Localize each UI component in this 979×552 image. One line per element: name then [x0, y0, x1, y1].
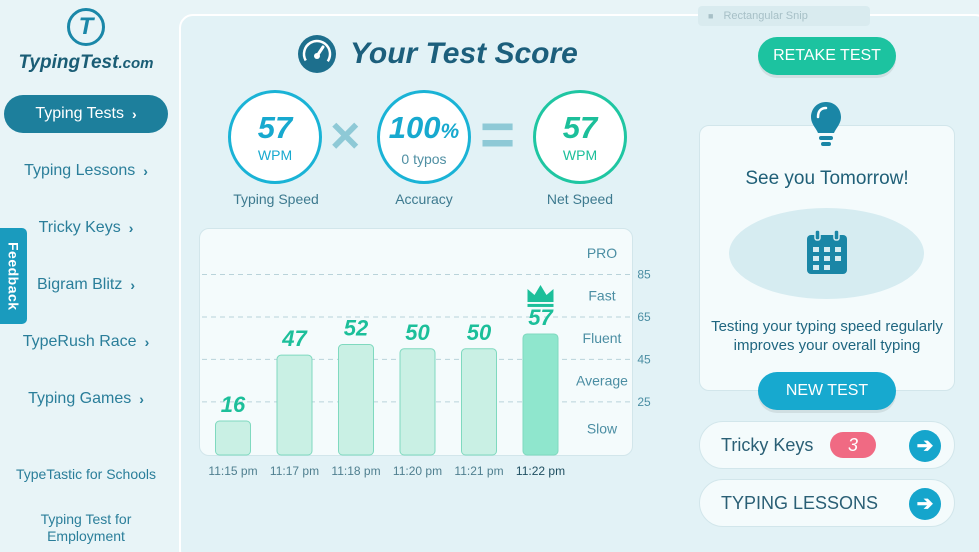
tip-text: Testing your typing speed regularly impr… [711, 318, 943, 354]
typing-lessons-link[interactable]: TYPING LESSONS ➔ [699, 479, 955, 527]
typing-speed-label: Typing Speed [233, 191, 319, 207]
speedometer-icon [298, 35, 336, 73]
tricky-keys-link[interactable]: Tricky Keys 3 ➔ [699, 421, 955, 469]
link-typing-test-for-employment[interactable]: Typing Test for Employment [0, 511, 172, 545]
arrow-right-icon[interactable]: ➔ [909, 488, 941, 520]
net-speed-value: 57 [562, 110, 598, 145]
typing-speed-value: 57 [257, 110, 293, 145]
multiply-icon: × [330, 107, 361, 165]
tricky-keys-count-badge: 3 [830, 432, 876, 458]
net-speed-label: Net Speed [546, 191, 614, 207]
title-text: Your Test Score [350, 37, 578, 70]
accuracy-label: Accuracy [395, 191, 453, 207]
typing-lessons-label: TYPING LESSONS [721, 492, 879, 513]
logo[interactable]: T TypingTest.com [0, 8, 172, 74]
accuracy-circle: 100% 0 typos [377, 90, 471, 184]
sidebar-item-typing-games[interactable]: Typing Games › [4, 380, 168, 418]
new-test-button[interactable]: NEW TEST [758, 372, 896, 410]
feedback-tab[interactable]: Feedback [0, 228, 27, 324]
rectangular-snip-overlay[interactable]: Rectangular Snip [698, 6, 870, 26]
accuracy-value: 100% [388, 110, 460, 145]
accuracy-typos: 0 typos [401, 151, 447, 167]
equals-icon: = [480, 101, 516, 168]
chevron-right-icon: › [139, 391, 144, 407]
chevron-right-icon: › [143, 163, 148, 179]
tricky-keys-label: Tricky Keys [721, 434, 814, 455]
tip-title: See you Tomorrow! [745, 168, 909, 189]
arrow-right-icon[interactable]: ➔ [909, 430, 941, 462]
link-typetastic-for-schools[interactable]: TypeTastic for Schools [0, 466, 172, 483]
calendar-icon [806, 229, 848, 275]
page-title: Your Test Score [298, 34, 578, 74]
sidebar-item-bigram-blitz[interactable]: Bigram Blitz › [4, 266, 168, 304]
retake-test-button[interactable]: RETAKE TEST [758, 37, 896, 75]
chevron-right-icon: › [131, 106, 137, 122]
history-chart [199, 228, 633, 456]
logo-text: TypingTest.com [18, 52, 154, 73]
sidebar-item-typing-lessons[interactable]: Typing Lessons › [4, 152, 168, 190]
chevron-right-icon: › [128, 220, 134, 236]
net-speed-circle: 57 WPM [533, 90, 627, 184]
typing-speed-circle: 57 WPM [228, 90, 322, 184]
lightbulb-icon [808, 100, 844, 150]
typing-speed-unit: WPM [257, 147, 293, 163]
sidebar-item-typerush-race[interactable]: TypeRush Race › [4, 323, 168, 361]
net-speed-unit: WPM [562, 147, 598, 163]
logo-icon: T [67, 8, 105, 46]
chevron-right-icon: › [144, 334, 150, 350]
chevron-right-icon: › [130, 277, 136, 293]
sidebar-item-tricky-keys[interactable]: Tricky Keys › [4, 209, 168, 247]
sidebar-item-typing-tests[interactable]: Typing Tests › [4, 95, 168, 133]
